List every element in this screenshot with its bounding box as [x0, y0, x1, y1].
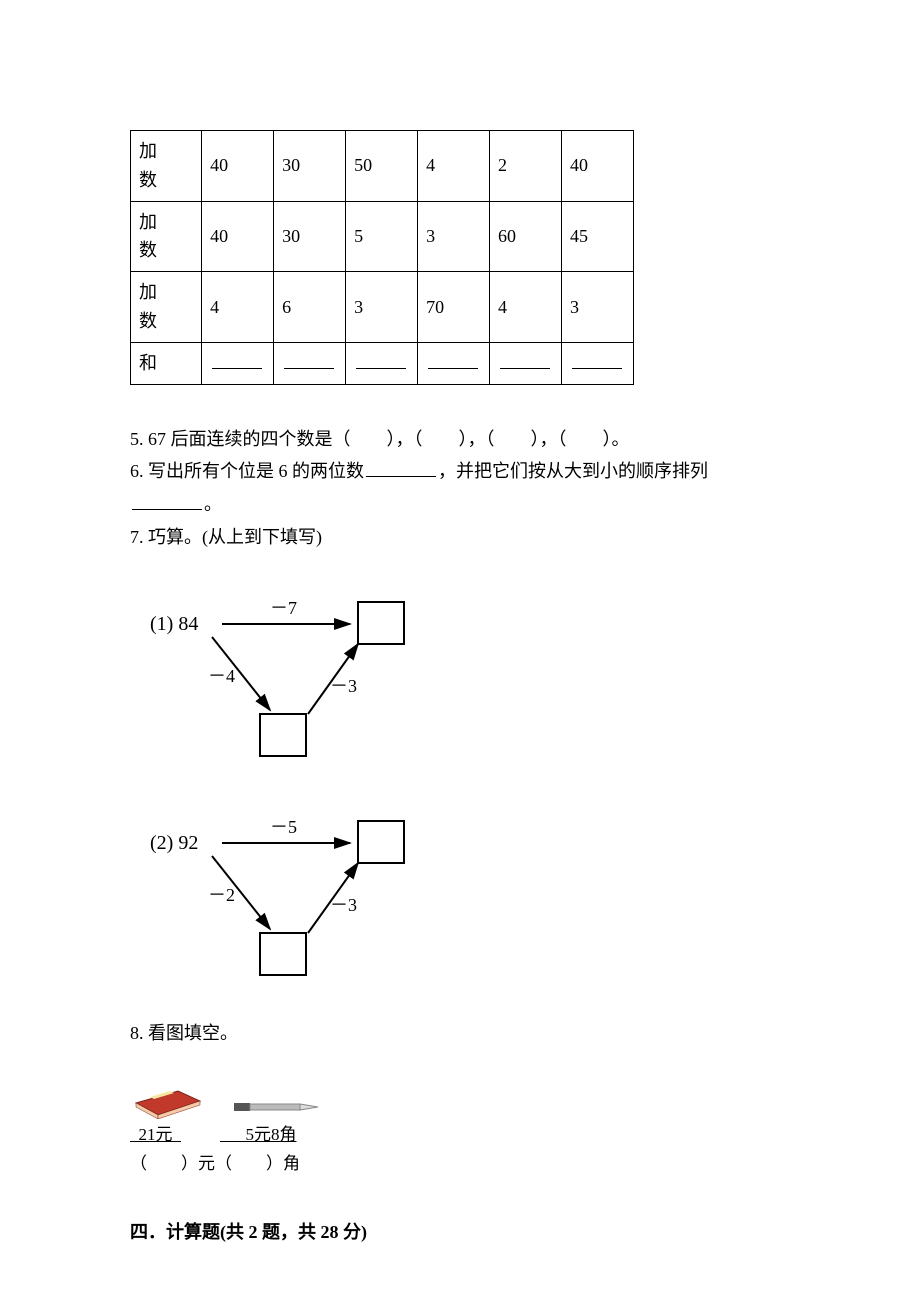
answer-box[interactable]: [358, 602, 404, 644]
question-8-title: 8. 看图填空。: [130, 1019, 790, 1048]
answer-box[interactable]: [260, 933, 306, 975]
question-6-line2: 。: [130, 490, 790, 519]
row-label: 加数: [131, 201, 202, 272]
cell: 3: [418, 201, 490, 272]
cell: 40: [562, 131, 634, 202]
pen-icon: [232, 1095, 322, 1119]
cell-blank[interactable]: [418, 342, 490, 384]
price-1: 21元: [130, 1121, 220, 1148]
cell: 5: [346, 201, 418, 272]
book-icon: [130, 1073, 204, 1119]
cell: 6: [274, 272, 346, 343]
price-figure: 21元 5元8角 （ ）元（ ）角: [130, 1073, 790, 1177]
q6-text-a: 6. 写出所有个位是 6 的两位数: [130, 461, 364, 481]
d2-right: －3: [330, 895, 357, 915]
section-4-title: 四．计算题(共 2 题，共 28 分): [130, 1218, 790, 1247]
d1-label: (1) 84: [150, 613, 198, 635]
d2-label: (2) 92: [150, 832, 198, 854]
row-label: 加数: [131, 272, 202, 343]
q6-text-b: ，并把它们按从大到小的顺序排列: [438, 461, 708, 481]
cell: 50: [346, 131, 418, 202]
d1-top: －7: [270, 598, 297, 618]
price-2: 5元8角: [220, 1121, 297, 1148]
cell: 4: [202, 272, 274, 343]
d1-right: －3: [330, 676, 357, 696]
q6-text-c: 。: [204, 494, 222, 514]
table-row: 和: [131, 342, 634, 384]
d2-left: －2: [208, 885, 235, 905]
question-6: 6. 写出所有个位是 6 的两位数 ，并把它们按从大到小的顺序排列: [130, 457, 790, 486]
cell-blank[interactable]: [202, 342, 274, 384]
blank-input[interactable]: [132, 492, 202, 510]
cell: 4: [418, 131, 490, 202]
cell: 30: [274, 131, 346, 202]
cell: 3: [562, 272, 634, 343]
diagram-2: (2) 92 －5 －2 －3: [130, 801, 790, 990]
d1-left: －4: [208, 666, 235, 686]
answer-box[interactable]: [260, 714, 306, 756]
cell: 4: [490, 272, 562, 343]
calc-diagram-2-svg: (2) 92 －5 －2 －3: [130, 801, 430, 981]
cell: 40: [202, 201, 274, 272]
blank-input[interactable]: [366, 459, 436, 477]
cell-blank[interactable]: [346, 342, 418, 384]
answer-box[interactable]: [358, 821, 404, 863]
table-row: 加数 4 6 3 70 4 3: [131, 272, 634, 343]
question-7-title: 7. 巧算。(从上到下填写): [130, 523, 790, 552]
cell: 45: [562, 201, 634, 272]
cell: 30: [274, 201, 346, 272]
row-label: 和: [131, 342, 202, 384]
cell-blank[interactable]: [490, 342, 562, 384]
fill-blank-row[interactable]: （ ）元（ ）角: [130, 1148, 360, 1177]
table-row: 加数 40 30 50 4 2 40: [131, 131, 634, 202]
d2-top: －5: [270, 817, 297, 837]
cell: 70: [418, 272, 490, 343]
calc-diagram-1-svg: (1) 84 －7 －4 －3: [130, 582, 430, 762]
cell: 3: [346, 272, 418, 343]
cell: 60: [490, 201, 562, 272]
diagram-1: (1) 84 －7 －4 －3: [130, 582, 790, 771]
question-5: 5. 67 后面连续的四个数是（ ），（ ），（ ），（ ）。: [130, 425, 790, 454]
cell: 40: [202, 131, 274, 202]
sum-table: 加数 40 30 50 4 2 40 加数 40 30 5 3 60 45 加数…: [130, 130, 634, 385]
cell-blank[interactable]: [274, 342, 346, 384]
row-label: 加数: [131, 131, 202, 202]
cell-blank[interactable]: [562, 342, 634, 384]
table-row: 加数 40 30 5 3 60 45: [131, 201, 634, 272]
cell: 2: [490, 131, 562, 202]
